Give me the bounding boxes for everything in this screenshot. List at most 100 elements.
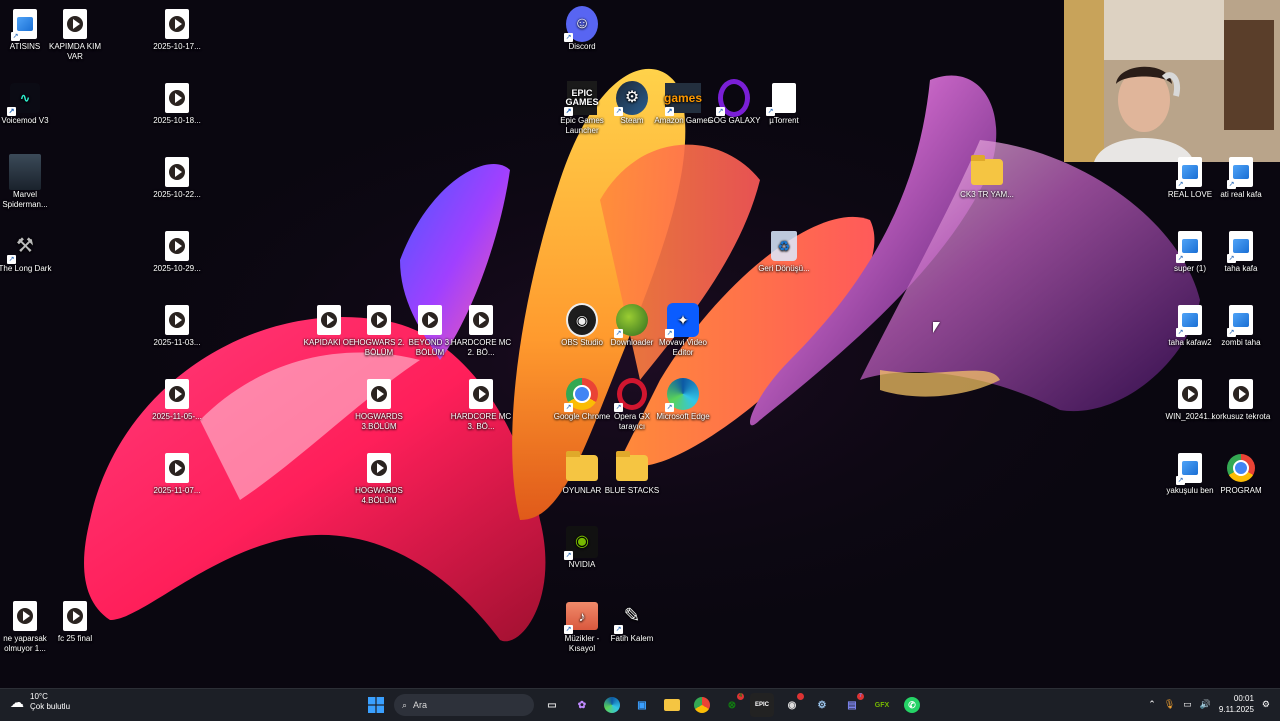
voicemod-icon: ∿ [9, 82, 41, 114]
video-file-icon [313, 304, 345, 336]
folder-icon [971, 155, 1003, 188]
whatsapp-button[interactable]: ✆ [900, 693, 924, 717]
desktop-icon-movavi[interactable]: ✦ Movavi Video Editor [652, 300, 714, 358]
volume-icon[interactable]: 🔊 [1200, 699, 1211, 710]
taskbar-search[interactable]: ⌕ Ara [394, 694, 534, 716]
video-file-icon [161, 452, 193, 484]
movavi-icon: ✦ [667, 303, 699, 337]
image-file-icon [1174, 304, 1206, 337]
desktop-icon-ck3-folder[interactable]: CK3 TR YAM... [956, 152, 1018, 200]
steam-taskbar-button[interactable]: ⚙ [810, 693, 834, 717]
opera-gx-icon [616, 378, 648, 410]
desktop-icon-the-long-dark[interactable]: ⚒ The Long Dark [0, 226, 56, 274]
edge-icon [667, 378, 699, 410]
obs-taskbar-button[interactable]: ◉ [780, 693, 804, 717]
desktop-icon-video[interactable]: 2025-10-22... [146, 152, 208, 200]
desktop-icon-zombi-taha[interactable]: zombi taha [1210, 300, 1272, 348]
chrome-icon [1225, 452, 1257, 484]
nvidia-taskbar-button[interactable]: GFX [870, 693, 894, 717]
desktop-icon-utorrent[interactable]: µTorrent [753, 78, 815, 126]
video-file-icon [161, 156, 193, 188]
video-file-icon [1174, 378, 1206, 410]
image-file-icon [1225, 304, 1257, 337]
chrome-taskbar-button[interactable] [690, 693, 714, 717]
network-icon[interactable]: ▭ [1183, 699, 1192, 710]
microphone-icon[interactable]: 🎙 [1164, 699, 1175, 710]
epic-games-icon: EPIC GAMES [566, 81, 599, 115]
video-file-icon [9, 600, 41, 632]
webcam-overlay [1064, 0, 1280, 162]
desktop-icon-discord[interactable]: ☺ Discord [551, 4, 613, 52]
notification-icon[interactable]: ⚙ [1262, 699, 1270, 710]
clock[interactable]: 00:01 9.11.2025 [1219, 693, 1254, 715]
file-explorer-button[interactable] [660, 693, 684, 717]
chrome-icon [694, 697, 710, 713]
store-button[interactable]: ▣ [630, 693, 654, 717]
desktop-icon-video[interactable]: 2025-11-05-... [146, 374, 208, 422]
globe-icon [616, 304, 648, 336]
desktop-icon-recycle-bin[interactable]: ♻ Geri Dönüşü... [753, 226, 815, 274]
video-file-icon [161, 304, 193, 336]
mouse-cursor [933, 322, 940, 333]
desktop-icon-video[interactable]: 2025-10-18... [146, 78, 208, 126]
teams-badge: 7 [857, 693, 864, 700]
clock-date: 9.11.2025 [1218, 705, 1254, 714]
nvidia-icon: ◉ [566, 526, 598, 558]
desktop-icon-video[interactable]: HOGWARDS 3.BÖLÜM [348, 374, 410, 432]
weather-desc: Çok bulutlu [30, 702, 71, 711]
desktop-icon-ati-real-kafa[interactable]: ati real kafa [1210, 152, 1272, 200]
desktop-icon-microsoft-edge[interactable]: Microsoft Edge [652, 374, 714, 422]
image-file-icon [1225, 230, 1257, 263]
image-file-icon [9, 8, 41, 41]
epic-taskbar-button[interactable]: EPIC [750, 693, 774, 717]
desktop-icon-video[interactable]: HARDCORE MC 2. BÖ... [450, 300, 512, 358]
chevron-up-icon[interactable]: ⌃ [1148, 699, 1156, 710]
video-file-icon [161, 378, 193, 410]
video-file-icon [465, 378, 497, 410]
obs-icon: ◉ [566, 303, 598, 337]
edge-taskbar-button[interactable] [600, 693, 624, 717]
music-folder-icon: ♪ [566, 600, 598, 632]
windows-icon [368, 697, 384, 713]
video-file-icon [363, 452, 395, 484]
desktop-icon-bluestacks-folder[interactable]: BLUE STACKS [601, 448, 663, 496]
desktop-icon-voicemod[interactable]: ∿ Voicemod V3 [0, 78, 56, 126]
teams-button[interactable]: ▤ 7 [840, 693, 864, 717]
video-file-icon [161, 230, 193, 262]
desktop-icon-taha-kafa[interactable]: taha kafa [1210, 226, 1272, 274]
recording-badge [797, 693, 804, 700]
desktop-icon-video[interactable]: HARDCORE MC 3. BÖ... [450, 374, 512, 432]
xbox-button[interactable]: ⊗ 4 [720, 693, 744, 717]
desktop-icon-spiderman[interactable]: Marvel Spiderman... [0, 152, 56, 210]
video-file-icon [59, 8, 91, 40]
desktop-icon-video[interactable]: 2025-10-17... [146, 4, 208, 52]
whatsapp-icon: ✆ [904, 697, 920, 713]
desktop-icon-fc-25-final[interactable]: fc 25 final [44, 596, 106, 644]
image-file-icon [1174, 156, 1206, 189]
folder-icon [566, 451, 598, 484]
desktop-icon-video[interactable]: 2025-11-03... [146, 300, 208, 348]
desktop-icon-video[interactable]: 2025-11-07... [146, 448, 208, 496]
desktop-icon-video[interactable]: 2025-10-29... [146, 226, 208, 274]
desktop-icon-nvidia[interactable]: ◉ NVIDIA [551, 522, 613, 570]
system-tray: ⌃ 🎙 ▭ 🔊 00:01 9.11.2025 ⚙ [1148, 693, 1270, 715]
video-file-icon [161, 82, 193, 114]
axe-icon: ⚒ [9, 230, 41, 262]
start-button[interactable] [364, 693, 388, 717]
desktop-icon-fatih-kalem[interactable]: ✎ Fatih Kalem [601, 596, 663, 644]
desktop-icon-kapimda-kim-var[interactable]: KAPIMDA KIM VAR [44, 4, 106, 62]
edge-icon [604, 697, 620, 713]
desktop-icon-program[interactable]: PROGRAM [1210, 448, 1272, 496]
search-icon: ⌕ [402, 699, 408, 710]
task-view-button[interactable]: ▭ [540, 693, 564, 717]
desktop-icon-video[interactable]: HOGWARDS 4.BÖLÜM [348, 448, 410, 506]
copilot-button[interactable]: ✿ [570, 693, 594, 717]
image-file-icon [1174, 230, 1206, 263]
taskbar: ☁ 10°C Çok bulutlu ⌕ Ara ▭ ✿ ▣ ⊗ 4 EPIC … [0, 688, 1280, 721]
weather-widget[interactable]: ☁ 10°C Çok bulutlu [10, 692, 70, 712]
amazon-games-icon: games [664, 82, 702, 114]
desktop-icon-korkusuz-tekrota[interactable]: korkusuz tekrota [1210, 374, 1272, 422]
image-file-icon [1174, 452, 1206, 485]
steam-icon: ⚙ [616, 81, 648, 115]
video-file-icon [465, 304, 497, 336]
